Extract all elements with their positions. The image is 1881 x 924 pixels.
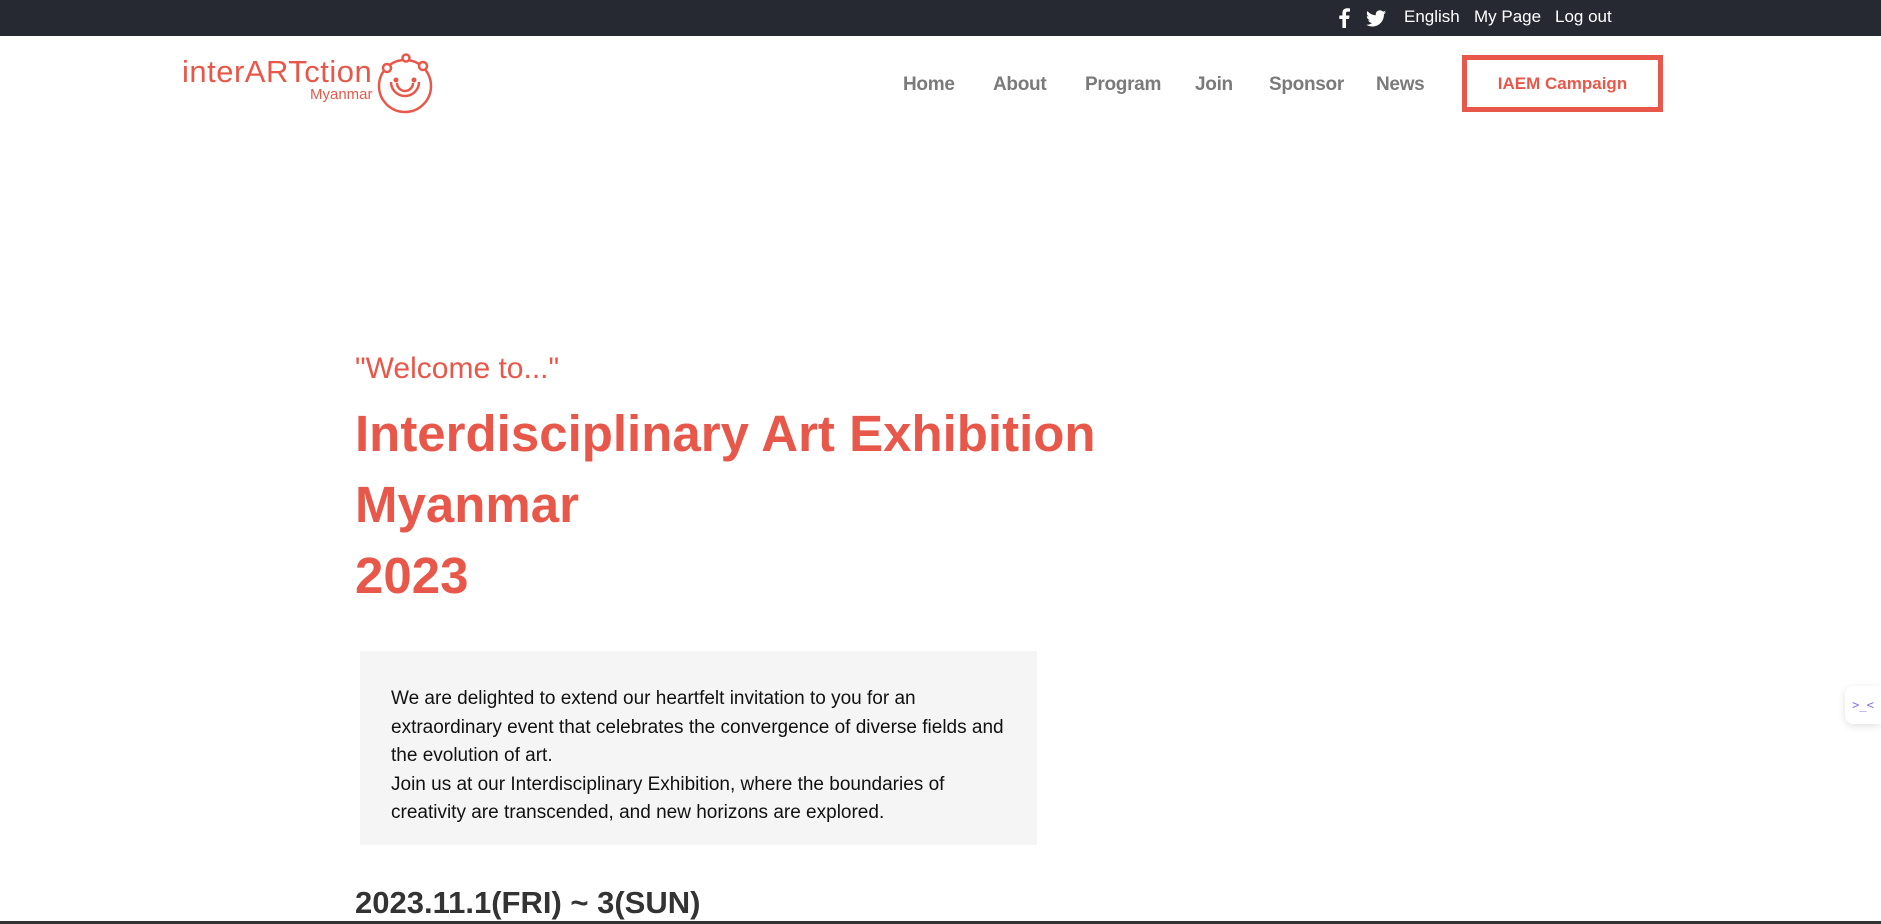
hero-title-line: Myanmar bbox=[355, 476, 579, 533]
nav-sponsor[interactable]: Sponsor bbox=[1269, 60, 1344, 110]
intro-paragraph: We are delighted to extend our heartfelt… bbox=[391, 688, 1004, 766]
welcome-text: "Welcome to..." bbox=[355, 352, 560, 385]
logo-subtitle: Myanmar bbox=[310, 86, 373, 103]
hero-title-line: 2023 bbox=[355, 547, 469, 604]
top-bar: English My Page Log out bbox=[0, 0, 1881, 36]
nav-home[interactable]: Home bbox=[903, 60, 955, 110]
nav-join[interactable]: Join bbox=[1195, 60, 1233, 110]
hero-title-line: Interdisciplinary Art Exhibition bbox=[355, 405, 1096, 462]
intro-box: We are delighted to extend our heartfelt… bbox=[360, 651, 1037, 845]
my-page-link[interactable]: My Page bbox=[1474, 0, 1541, 36]
nav-about[interactable]: About bbox=[993, 60, 1047, 110]
widget-face-icon: >_< bbox=[1852, 698, 1874, 712]
event-dates: 2023.11.1(FRI) ~ 3(SUN) bbox=[355, 885, 701, 920]
hero-title: Interdisciplinary Art Exhibition Myanmar… bbox=[355, 398, 1096, 611]
facebook-icon[interactable] bbox=[1338, 7, 1350, 29]
twitter-icon[interactable] bbox=[1366, 7, 1386, 29]
logo-wordmark: interARTction bbox=[182, 54, 373, 89]
logo-mark-icon bbox=[377, 53, 433, 114]
iaem-campaign-button[interactable]: IAEM Campaign bbox=[1462, 55, 1663, 112]
language-link[interactable]: English bbox=[1404, 0, 1460, 36]
nav-program[interactable]: Program bbox=[1085, 60, 1161, 110]
log-out-link[interactable]: Log out bbox=[1555, 0, 1612, 36]
intro-paragraph: Join us at our Interdisciplinary Exhibit… bbox=[391, 773, 945, 824]
nav-news[interactable]: News bbox=[1376, 60, 1425, 110]
site-logo[interactable]: interARTction Myanmar bbox=[182, 52, 436, 116]
side-chat-widget[interactable]: >_< bbox=[1845, 686, 1881, 724]
